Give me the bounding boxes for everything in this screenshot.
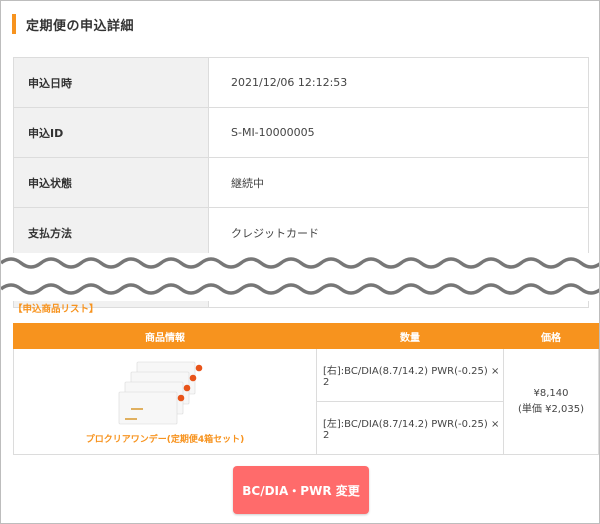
- page-frame: 定期便の申込詳細 申込日時 2021/12/06 12:12:53 申込ID S…: [0, 0, 600, 524]
- column-header-price: 価格: [503, 323, 599, 349]
- detail-value: S-MI-10000005: [208, 107, 589, 158]
- detail-value: 2021/12/06 12:12:53: [208, 57, 589, 108]
- detail-label: 申込ID: [13, 107, 209, 158]
- item-list-table: 商品情報 数量 価格 プロクリアワンデー(定期便4箱セット) [右]:BC/DI…: [13, 323, 599, 455]
- detail-row: 申込状態 継続中: [13, 157, 589, 208]
- product-image: [118, 361, 203, 425]
- detail-label: 支払方法: [13, 207, 209, 258]
- detail-value: クレジットカード: [208, 207, 589, 258]
- column-header-quantity: 数量: [316, 323, 504, 349]
- detail-value: 継続中: [208, 157, 589, 208]
- omission-wave-divider: [1, 257, 599, 295]
- title-accent-bar: [12, 14, 16, 34]
- product-info-cell: プロクリアワンデー(定期便4箱セット): [13, 348, 317, 455]
- item-list-title: 【申込商品リスト】: [13, 304, 99, 315]
- product-name-link[interactable]: プロクリアワンデー(定期便4箱セット): [15, 432, 315, 445]
- table-row: プロクリアワンデー(定期便4箱セット) [右]:BC/DIA(8.7/14.2)…: [13, 348, 599, 455]
- price-unit: (単価 ¥2,035): [518, 403, 584, 415]
- price-total: ¥8,140: [533, 387, 569, 399]
- page-title: 定期便の申込詳細: [26, 18, 135, 34]
- detail-label: 申込日時: [13, 57, 209, 108]
- detail-row: 支払方法 クレジットカード: [13, 207, 589, 258]
- detail-label: 申込状態: [13, 157, 209, 208]
- change-bc-dia-pwr-button[interactable]: BC/DIA・PWR 変更: [233, 466, 369, 514]
- detail-row: 申込ID S-MI-10000005: [13, 107, 589, 158]
- column-header-product: 商品情報: [13, 323, 317, 349]
- section-header: 定期便の申込詳細: [12, 13, 134, 35]
- quantity-right-eye: [右]:BC/DIA(8.7/14.2) PWR(-0.25) × 2: [316, 348, 504, 402]
- detail-row: 申込日時 2021/12/06 12:12:53: [13, 57, 589, 108]
- price-cell: ¥8,140 (単価 ¥2,035): [503, 348, 599, 455]
- item-list-header-row: 商品情報 数量 価格: [13, 323, 599, 349]
- quantity-left-eye: [左]:BC/DIA(8.7/14.2) PWR(-0.25) × 2: [316, 401, 504, 455]
